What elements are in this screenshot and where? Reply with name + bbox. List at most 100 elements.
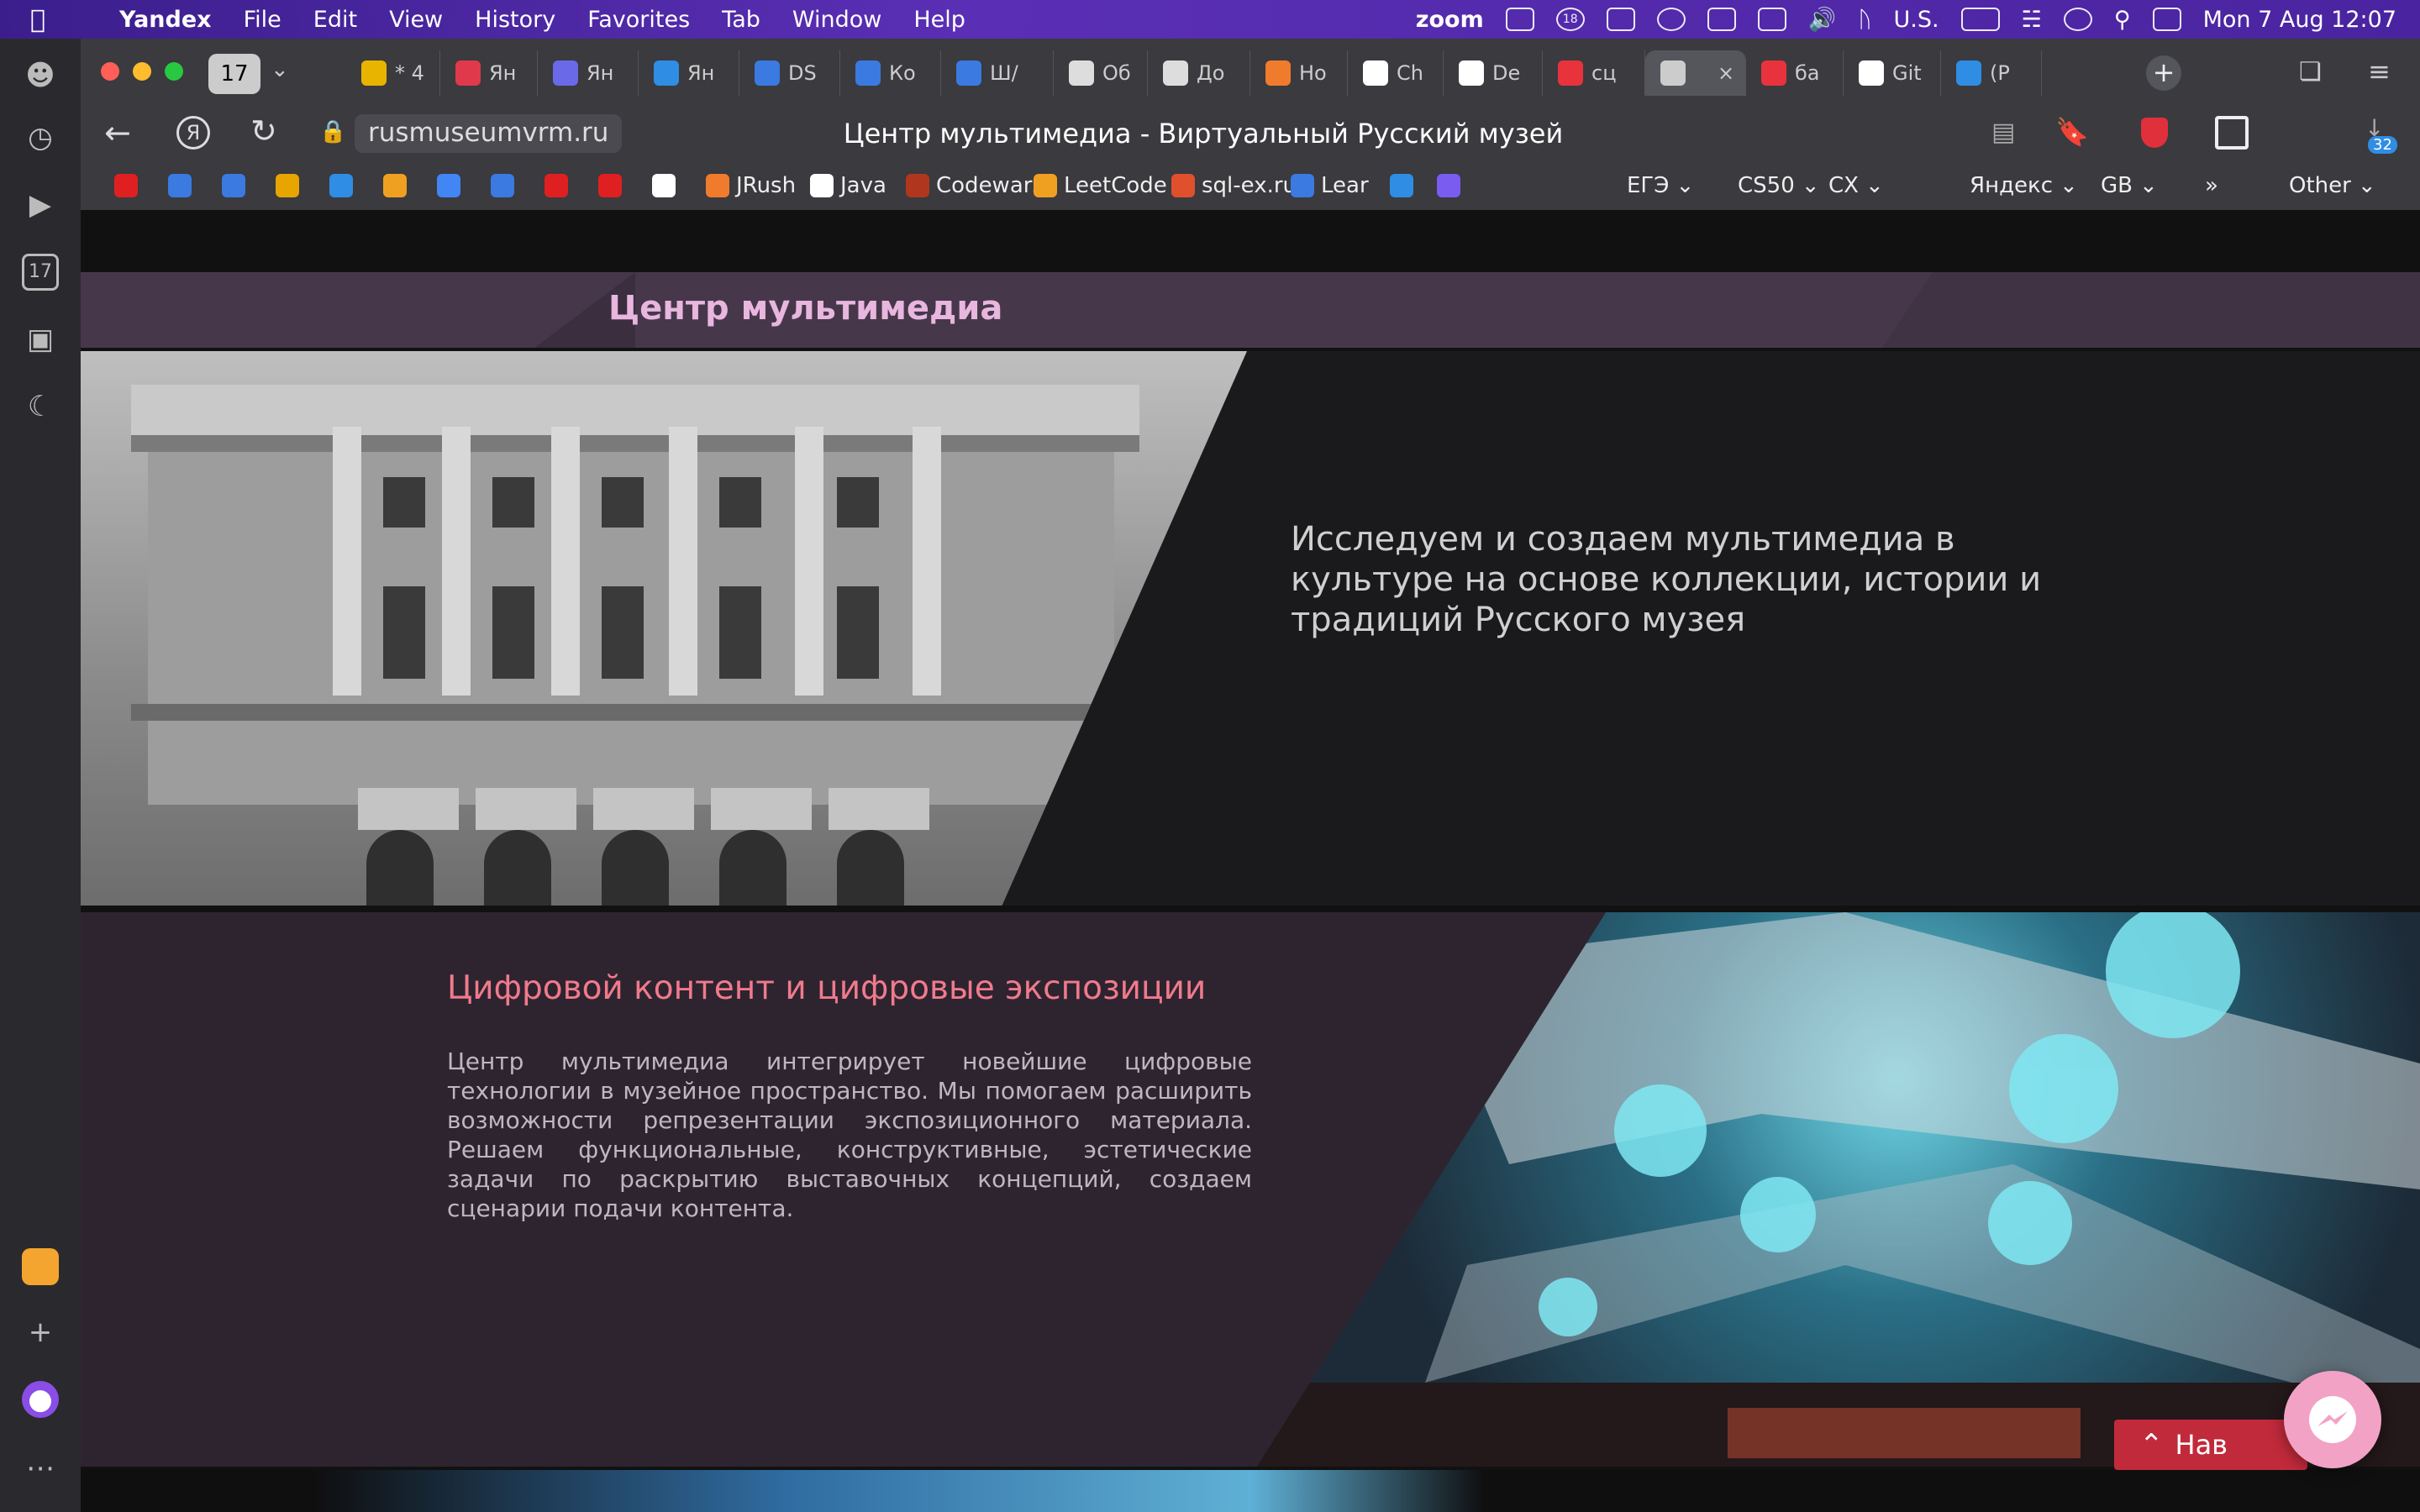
screen-share-icon[interactable] (1656, 8, 1686, 31)
screenshot-icon[interactable]: ▣ (22, 321, 59, 358)
wifi-icon[interactable]: ☵ (2022, 7, 2042, 33)
battery-icon[interactable] (1960, 8, 2000, 31)
tab-6[interactable]: Ш/ (941, 50, 1054, 96)
bookmark-folder-4[interactable]: GB ⌄ (2101, 171, 2158, 200)
clock[interactable]: Mon 7 Aug 12:07 (2203, 7, 2396, 33)
tab-3[interactable]: Ян (639, 50, 739, 96)
tab-1[interactable]: Ян (440, 50, 538, 96)
tab-15[interactable]: Git (1844, 50, 1941, 96)
macos-menubar:  Yandex File Edit View History Favorite… (0, 0, 2420, 39)
tab-11[interactable]: De (1444, 50, 1543, 96)
tab-9[interactable]: Но (1250, 50, 1348, 96)
menu-view[interactable]: View (389, 7, 443, 33)
menu-tab[interactable]: Tab (722, 7, 760, 33)
bookmark-14[interactable]: LeetCode (1034, 171, 1167, 200)
messenger-chat-button[interactable] (2284, 1371, 2381, 1468)
bookmark-folder-0[interactable]: ЕГЭ ⌄ (1627, 171, 1694, 200)
menu-window[interactable]: Window (792, 7, 881, 33)
maximize-window-button[interactable] (165, 62, 183, 81)
time-machine-icon[interactable] (2063, 8, 2092, 31)
dark-mode-icon[interactable]: ☾ (22, 388, 59, 425)
bookmark-favicon-icon (168, 174, 192, 197)
bookmark-12[interactable]: Java (810, 171, 886, 200)
tab-7[interactable]: Об (1054, 50, 1148, 96)
tab-13[interactable]: × (1645, 50, 1746, 96)
menu-help[interactable]: Help (913, 7, 965, 33)
tab-14[interactable]: ба (1746, 50, 1844, 96)
bookmark-folder-1[interactable]: CS50 ⌄ (1738, 171, 1820, 200)
new-tab-button[interactable]: + (2146, 55, 2181, 91)
menu-edit[interactable]: Edit (313, 7, 357, 33)
tab-0[interactable]: * 4 (346, 50, 440, 96)
drive-icon[interactable] (1505, 8, 1534, 31)
bookmark-6[interactable] (437, 171, 467, 200)
bookmark-17[interactable] (1390, 171, 1420, 200)
bookmark-9[interactable] (598, 171, 629, 200)
bookmark-4[interactable] (329, 171, 360, 200)
other-bookmarks[interactable]: Other ⌄ (2289, 171, 2376, 200)
tab-2[interactable]: Ян (538, 50, 639, 96)
tab-16[interactable]: (Р (1941, 50, 2042, 96)
menu-favorites[interactable]: Favorites (587, 7, 690, 33)
video-icon[interactable]: ▶ (22, 186, 59, 223)
tab-12[interactable]: сц (1543, 50, 1645, 96)
tab-5[interactable]: Ко (840, 50, 941, 96)
tab-counter[interactable]: 17 (208, 54, 260, 94)
bookmark-5[interactable] (383, 171, 413, 200)
apple-menu-icon[interactable]:  (30, 5, 69, 34)
bookmark-16[interactable]: Lear (1291, 171, 1369, 200)
bookmark-folder-3[interactable]: Яндекс ⌄ (1970, 171, 2078, 200)
tab-10[interactable]: Ch (1348, 50, 1444, 96)
menu-file[interactable]: File (244, 7, 281, 33)
bookmark-1[interactable] (168, 171, 198, 200)
input-source[interactable]: U.S. (1894, 7, 1939, 33)
bookmark-10[interactable] (652, 171, 682, 200)
history-icon[interactable]: ◷ (22, 119, 59, 156)
memory-icon[interactable] (1757, 8, 1786, 31)
calendar-icon[interactable]: 17 (22, 254, 59, 291)
menu-history[interactable]: History (475, 7, 555, 33)
profile-icon[interactable]: ☻ (22, 57, 59, 94)
bookmark-icon[interactable]: 🔖 (2055, 116, 2089, 148)
more-bookmarks-icon[interactable]: » (2205, 171, 2218, 200)
bookmark-label: Lear (1321, 173, 1369, 198)
zoom-status[interactable]: zoom (1416, 7, 1484, 33)
tab-favicon-icon (1163, 60, 1188, 86)
intro-section: Исследуем и создаем мультимедиа в культу… (81, 351, 2420, 906)
bookmark-15[interactable]: sql-ex.ru (1171, 171, 1297, 200)
bookmark-folder-2[interactable]: СХ ⌄ (1828, 171, 1884, 200)
main-menu-icon[interactable]: ≡ (2368, 55, 2391, 87)
add-panel-icon[interactable]: + (22, 1314, 59, 1351)
minimize-window-button[interactable] (133, 62, 151, 81)
close-tab-icon[interactable]: × (1718, 61, 1734, 85)
bookmark-2[interactable] (222, 171, 252, 200)
app-menu[interactable]: Yandex (119, 7, 212, 33)
bookmark-13[interactable]: Codewars (906, 171, 1044, 200)
collections-icon[interactable]: ❏ (2299, 57, 2322, 87)
alice-icon[interactable]: ● (22, 1381, 59, 1418)
spotlight-icon[interactable]: ⚲ (2114, 7, 2131, 33)
close-window-button[interactable] (101, 62, 119, 81)
keyboard-icon[interactable] (1707, 8, 1736, 31)
mail-app-icon[interactable] (22, 1248, 59, 1285)
bookmark-11[interactable]: JRush (706, 171, 796, 200)
bookmark-0[interactable] (114, 171, 145, 200)
tab-4[interactable]: DS (739, 50, 840, 96)
more-icon[interactable]: ⋯ (22, 1450, 59, 1487)
vpn-icon[interactable] (1606, 8, 1635, 31)
tab-list-chevron-icon[interactable]: ⌄ (271, 57, 289, 82)
protect-icon[interactable] (2141, 118, 2168, 148)
bookmark-7[interactable] (491, 171, 521, 200)
bookmark-3[interactable] (276, 171, 306, 200)
bookmark-8[interactable] (544, 171, 575, 200)
cloud-badge-icon[interactable]: 18 (1555, 8, 1585, 31)
tab-favicon-icon (455, 60, 481, 86)
tab-8[interactable]: До (1148, 50, 1250, 96)
bluetooth-icon[interactable]: ᚢ (1858, 7, 1871, 33)
qr-icon[interactable] (2215, 116, 2249, 150)
navigation-button[interactable]: ⌃ Нав (2114, 1420, 2307, 1470)
bookmark-18[interactable] (1437, 171, 1467, 200)
control-center-icon[interactable] (2152, 8, 2181, 31)
reader-icon[interactable]: ▤ (1991, 118, 2015, 147)
volume-icon[interactable]: 🔊 (1808, 6, 1837, 33)
